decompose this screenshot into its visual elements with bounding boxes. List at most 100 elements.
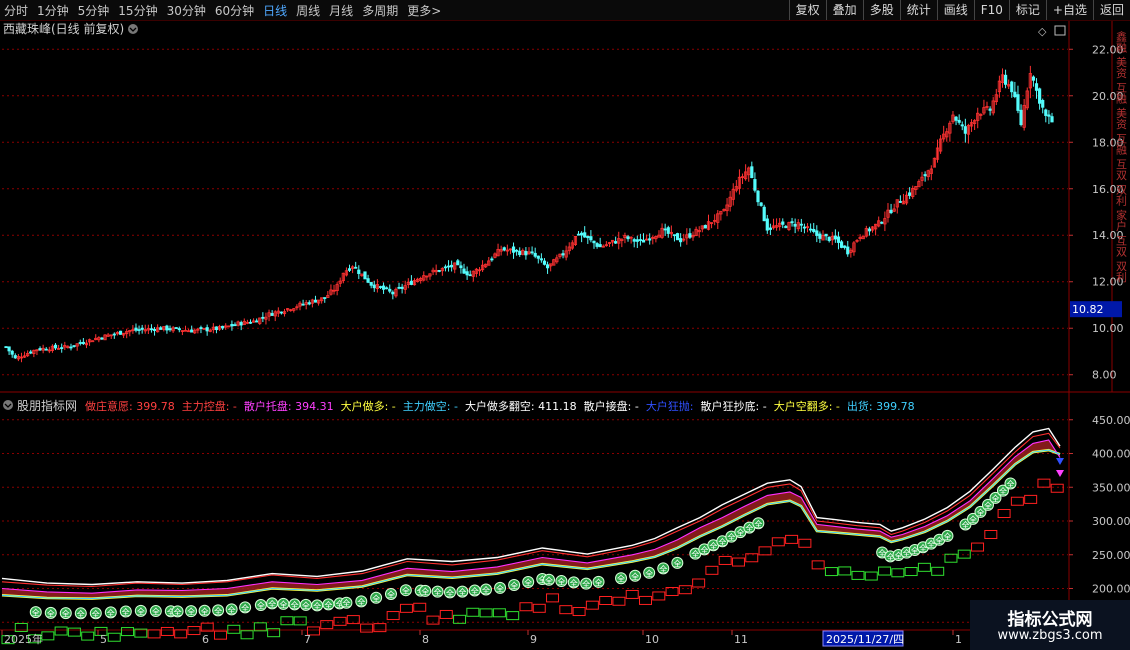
candle-body (239, 322, 243, 326)
toolbar-button-5[interactable]: F10 (973, 0, 1009, 20)
badge-label: 全 (228, 605, 236, 615)
toolbar-button-1[interactable]: 叠加 (825, 0, 863, 20)
candle-body (270, 313, 274, 316)
period-tab-4[interactable]: 30分钟 (167, 2, 206, 19)
candle-body (7, 346, 11, 352)
candle-body (1038, 88, 1042, 104)
candle-body (898, 201, 902, 203)
candle-body (385, 287, 389, 290)
badge-label: 全 (214, 606, 222, 616)
badge-label: 全 (77, 609, 85, 619)
watermark-title: 指标公式网 (1007, 610, 1093, 630)
badge-label: 全 (32, 608, 40, 618)
side-text: 鑫融 美资 互融 美资 互融 互双 双利 家户 互双 双利 (1115, 30, 1128, 283)
candle-body (388, 288, 392, 292)
candle-body (576, 233, 581, 236)
badge-label: 全 (557, 577, 565, 587)
candle-body (867, 228, 872, 232)
candle-body (843, 245, 847, 248)
candle-body (880, 221, 884, 224)
candle-body (443, 266, 448, 269)
candle-body (756, 190, 760, 203)
period-tab-0[interactable]: 分时 (4, 2, 28, 19)
candle-body (688, 233, 692, 238)
candle-body (638, 239, 643, 241)
period-tab-2[interactable]: 5分钟 (78, 2, 110, 19)
candle-body (190, 329, 194, 333)
candle-body (1050, 116, 1054, 123)
badge-label: 全 (545, 575, 553, 585)
period-tab-6[interactable]: 日线 (263, 2, 287, 19)
candle-body (409, 280, 414, 285)
badge-label: 全 (291, 600, 299, 610)
candle-body (152, 328, 157, 331)
date-label: 9 (530, 633, 537, 646)
period-tab-7[interactable]: 周线 (296, 2, 320, 19)
more-arrow-icon[interactable]: > (431, 4, 441, 18)
period-tab-8[interactable]: 月线 (329, 2, 353, 19)
toolbar-button-6[interactable]: 标记 (1008, 0, 1046, 20)
candle-body (583, 232, 587, 238)
candle-body (60, 347, 64, 349)
candle-body (465, 271, 469, 276)
candle-body (793, 223, 797, 227)
period-tab-9[interactable]: 多周期 (362, 2, 398, 19)
badge-label: 全 (107, 608, 115, 618)
toolbar-button-2[interactable]: 多股 (862, 0, 900, 20)
candle-body (363, 271, 367, 280)
date-label: 7 (304, 633, 311, 646)
candle-body (663, 228, 667, 231)
candle-body (595, 243, 599, 247)
stock-chart[interactable]: 8.0010.0012.0014.0016.0018.0020.0022.00西… (0, 21, 1130, 650)
date-label: 6 (202, 633, 209, 646)
candle-body (502, 247, 506, 251)
period-tab-1[interactable]: 1分钟 (37, 2, 69, 19)
candle-body (511, 246, 516, 253)
period-tab-10[interactable]: 更多> (407, 2, 441, 19)
candle-body (666, 227, 670, 234)
candle-body (72, 345, 76, 347)
candle-body (177, 328, 181, 331)
candle-body (100, 337, 104, 340)
candle-body (827, 236, 831, 241)
candle-body (248, 321, 253, 324)
candle-body (759, 202, 763, 206)
badge-label: 全 (152, 607, 160, 617)
candle-body (165, 325, 169, 331)
candle-body (1044, 109, 1048, 116)
period-tab-3[interactable]: 15分钟 (118, 2, 157, 19)
candle-body (450, 264, 454, 268)
period-tab-5[interactable]: 60分钟 (215, 2, 254, 19)
candle-body (1003, 74, 1008, 85)
candle-body (378, 286, 383, 288)
badge-label: 全 (372, 593, 380, 603)
candle-body (539, 258, 543, 261)
badge-label: 全 (659, 564, 667, 574)
candle-body (69, 346, 73, 349)
indicator-tick-label: 400.00 (1092, 448, 1130, 461)
candle-body (908, 192, 912, 196)
badge-label: 全 (582, 579, 590, 589)
period-tabs: 分时 1分钟 5分钟 15分钟 30分钟 60分钟 日线 周线 月线 多周期 更多> (4, 2, 441, 19)
date-label: 11 (734, 633, 748, 646)
badge-label: 全 (434, 587, 442, 597)
badge-label: 全 (241, 603, 249, 613)
candle-body (790, 221, 794, 224)
legend-item-1: 主力控盘: - (182, 399, 237, 413)
candle-body (1019, 109, 1023, 126)
toolbar-button-4[interactable]: 画线 (936, 0, 974, 20)
candle-body (78, 342, 82, 344)
toolbar-button-3[interactable]: 统计 (899, 0, 937, 20)
candle-body (397, 286, 401, 289)
badge-label: 全 (201, 606, 209, 616)
toolbar-button-8[interactable]: 返回 (1092, 0, 1130, 20)
toolbar-button-7[interactable]: +自选 (1045, 0, 1093, 20)
toolbar-button-0[interactable]: 复权 (788, 0, 826, 20)
legend-item-6: 散户接盘: - (584, 399, 639, 413)
chart-background (0, 21, 1130, 650)
candle-body (533, 252, 537, 257)
candle-body (233, 324, 237, 327)
candle-body (561, 253, 565, 256)
badge-label: 全 (137, 606, 145, 616)
candle-body (205, 327, 209, 332)
